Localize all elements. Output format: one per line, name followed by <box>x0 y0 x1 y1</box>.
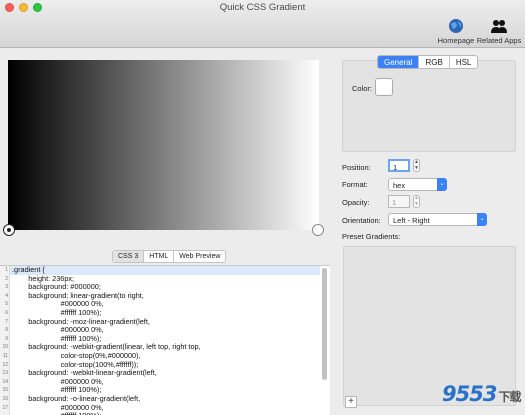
homepage-button[interactable]: Homepage <box>432 18 480 45</box>
position-label: Position: <box>342 163 371 172</box>
line-number: 15 <box>2 387 8 394</box>
watermark-text: 9553 <box>442 382 497 406</box>
watermark-suffix: 下载 <box>498 390 521 404</box>
line-number: 1 <box>5 267 8 273</box>
people-icon <box>491 20 507 33</box>
line-number: 17 <box>2 404 8 411</box>
format-select[interactable]: hex ⌄ <box>388 178 447 191</box>
code-tabs: CSS 3 HTML Web Preview <box>112 250 227 263</box>
tab-html[interactable]: HTML <box>144 251 175 262</box>
line-number: 16 <box>2 395 8 402</box>
format-label: Format: <box>342 180 368 189</box>
related-apps-label: Related Apps <box>476 36 522 45</box>
gradient-stop-end-handle[interactable] <box>312 224 324 236</box>
gradient-preview[interactable] <box>8 60 319 230</box>
chevron-down-icon: ⌄ <box>437 178 447 191</box>
color-swatch[interactable] <box>375 78 393 96</box>
position-input[interactable]: 1 <box>388 159 410 172</box>
line-number: 11 <box>2 352 8 359</box>
preset-gradients-label: Preset Gradients: <box>342 232 401 241</box>
position-stepper[interactable]: ▲ ▼ <box>413 159 420 172</box>
tab-web-preview[interactable]: Web Preview <box>174 251 225 262</box>
homepage-label: Homepage <box>437 36 475 45</box>
orientation-label: Orientation: <box>342 216 381 225</box>
line-number: 13 <box>2 370 8 377</box>
line-number: 2 <box>5 275 8 282</box>
window-title: Quick CSS Gradient <box>219 2 306 13</box>
line-number: 14 <box>2 378 8 385</box>
globe-icon <box>449 19 463 33</box>
line-number-gutter: 1 2 3 4 5 6 7 8 9 10 11 12 13 14 15 16 17 <box>0 266 10 415</box>
format-value: hex <box>393 181 406 190</box>
css-code-editor[interactable]: 1 2 3 4 5 6 7 8 9 10 11 12 13 14 15 16 17 .gradient { he… <box>0 265 330 415</box>
line-number: 3 <box>5 284 8 291</box>
watermark-logo: 9553 下载 <box>442 382 521 406</box>
code-scrollbar[interactable] <box>322 268 327 380</box>
line-number: 8 <box>5 327 8 334</box>
line-number: 5 <box>5 301 8 308</box>
add-preset-button[interactable]: + <box>345 396 357 408</box>
opacity-label: Opacity: <box>342 198 370 207</box>
tab-general[interactable]: General <box>378 56 420 68</box>
tab-rgb[interactable]: RGB <box>419 56 450 68</box>
line-number: 4 <box>5 292 8 299</box>
color-label: Color: <box>352 84 373 93</box>
related-apps-button[interactable]: Related Apps <box>475 18 523 45</box>
line-number: 7 <box>5 318 8 325</box>
tab-css3[interactable]: CSS 3 <box>113 251 145 262</box>
opacity-stepper[interactable]: ▲ ▼ <box>413 195 420 208</box>
gradient-stop-start-handle[interactable] <box>3 224 15 236</box>
line-number: 12 <box>2 361 8 368</box>
orientation-value: Left - Right <box>393 216 430 225</box>
title-bar: Quick CSS Gradient Homepage Related Apps <box>0 0 525 48</box>
line-number: 10 <box>2 344 8 351</box>
app-window: Quick CSS Gradient Homepage Related Apps… <box>0 0 525 415</box>
code-lines: .gradient { height: 236px; background: #… <box>10 266 320 415</box>
orientation-select[interactable]: Left - Right ⌄ <box>388 213 487 226</box>
opacity-input[interactable]: 1 <box>388 195 410 208</box>
color-mode-tabs: General RGB HSL <box>377 55 479 69</box>
line-number: 6 <box>5 309 8 316</box>
color-settings-box <box>342 60 516 152</box>
tab-hsl[interactable]: HSL <box>450 56 478 68</box>
line-number: 9 <box>5 335 8 342</box>
chevron-down-icon: ⌄ <box>477 213 487 226</box>
